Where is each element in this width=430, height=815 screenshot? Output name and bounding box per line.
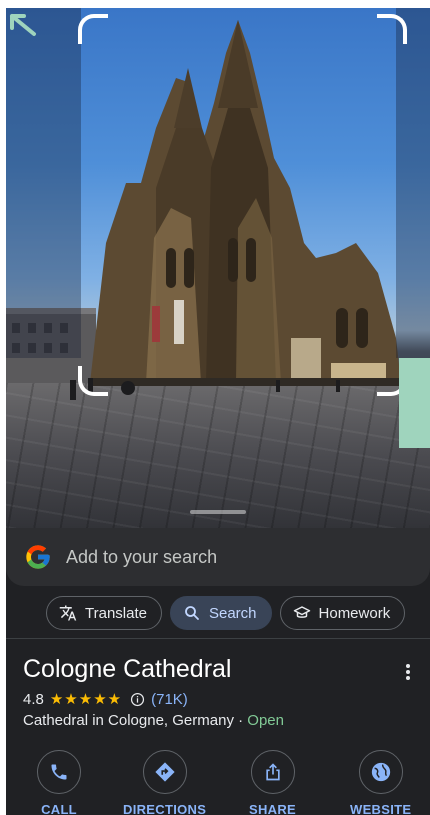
phone-icon xyxy=(51,764,67,780)
camera-photo[interactable] xyxy=(6,8,430,528)
place-category: Cathedral in Cologne, Germany · xyxy=(23,712,248,729)
chip-label: Search xyxy=(208,604,257,622)
app-frame: Add to your search Translate Search Home… xyxy=(6,8,430,815)
call-button[interactable]: CALL xyxy=(37,750,81,815)
action-label: SHARE xyxy=(249,802,297,815)
action-label: WEBSITE xyxy=(350,802,412,815)
selection-dim-left xyxy=(6,8,81,358)
call-circle[interactable] xyxy=(37,750,81,794)
selection-dim-right xyxy=(396,8,430,358)
place-description: Cathedral in Cologne, Germany · Open xyxy=(23,712,284,729)
review-count[interactable]: (71K) xyxy=(151,691,188,708)
directions-icon xyxy=(154,762,175,782)
share-circle[interactable] xyxy=(250,750,295,794)
chip-label: Homework xyxy=(318,604,391,622)
action-label: DIRECTIONS xyxy=(123,802,207,815)
sheet-drag-handle[interactable] xyxy=(190,510,246,514)
google-logo-icon xyxy=(26,545,50,569)
action-buttons: CALL DIRECTIONS SHARE WEBSITE xyxy=(6,750,430,815)
website-circle[interactable] xyxy=(358,750,403,794)
rating-value: 4.8 xyxy=(23,690,44,708)
more-vert-icon[interactable] xyxy=(404,663,412,681)
star-rating: ★★★★★ xyxy=(49,691,123,708)
crop-corner-bottom-left[interactable] xyxy=(78,366,108,396)
directions-circle[interactable] xyxy=(142,750,187,794)
open-status: Open xyxy=(247,712,284,729)
place-title: Cologne Cathedral xyxy=(23,655,232,683)
search-placeholder[interactable]: Add to your search xyxy=(66,547,217,568)
chip-translate[interactable]: Translate xyxy=(46,596,162,630)
homework-icon xyxy=(293,606,310,618)
website-button[interactable]: WEBSITE xyxy=(350,750,411,815)
arrow-icon xyxy=(10,14,36,36)
filter-chips: Translate Search Homework xyxy=(46,596,406,630)
info-icon[interactable] xyxy=(130,692,145,707)
share-button[interactable]: SHARE xyxy=(249,750,296,815)
search-bar[interactable]: Add to your search xyxy=(6,528,430,586)
chip-label: Translate xyxy=(85,604,147,622)
chip-homework[interactable]: Homework xyxy=(279,596,406,630)
action-label: CALL xyxy=(41,802,77,815)
crop-corner-top-right[interactable] xyxy=(377,14,407,44)
chip-search[interactable]: Search xyxy=(169,596,272,630)
translate-icon xyxy=(59,605,77,621)
highlight-box xyxy=(399,358,430,448)
search-icon xyxy=(185,606,199,620)
crop-corner-top-left[interactable] xyxy=(78,14,108,44)
share-icon xyxy=(265,763,280,781)
rating-row: 4.8 ★★★★★ (71K) xyxy=(23,690,188,709)
globe-icon xyxy=(371,762,390,782)
directions-button[interactable]: DIRECTIONS xyxy=(123,750,206,815)
divider xyxy=(6,638,430,639)
